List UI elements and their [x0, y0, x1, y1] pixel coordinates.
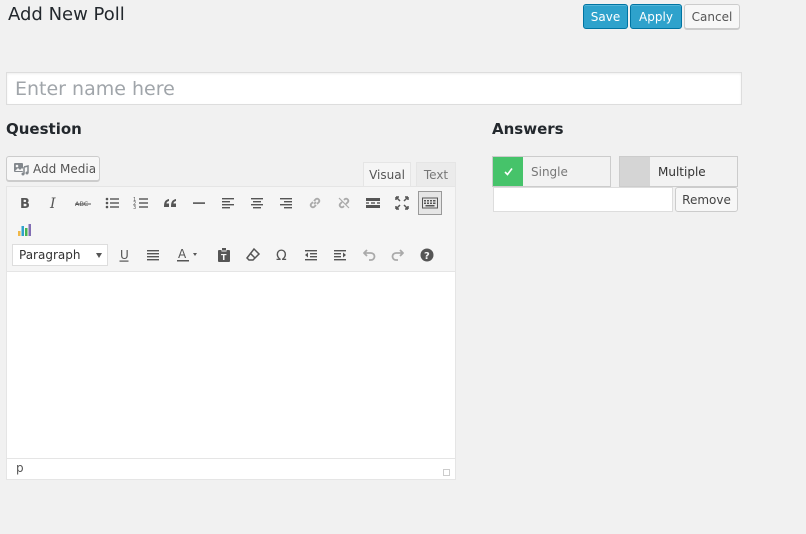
- fullscreen-icon[interactable]: [390, 191, 414, 215]
- format-select-value: Paragraph: [19, 248, 81, 262]
- answers-heading: Answers: [492, 120, 564, 138]
- format-select[interactable]: Paragraph: [12, 244, 108, 266]
- svg-text:?: ?: [424, 251, 430, 262]
- link-icon[interactable]: [303, 191, 327, 215]
- answer-input[interactable]: [493, 187, 673, 212]
- save-button[interactable]: Save: [583, 4, 628, 29]
- svg-text:B: B: [20, 197, 30, 211]
- remove-answer-button[interactable]: Remove: [675, 187, 738, 212]
- svg-text:A: A: [178, 247, 187, 261]
- text-color-icon[interactable]: A: [170, 243, 206, 267]
- resize-handle-icon[interactable]: [443, 469, 450, 476]
- question-heading: Question: [6, 120, 82, 138]
- editor-toolbar: B I ABC 123 Paragraph U A T Ω ?: [7, 187, 455, 272]
- paste-text-icon[interactable]: T: [212, 243, 236, 267]
- media-icon: [13, 161, 29, 177]
- undo-icon[interactable]: [357, 243, 381, 267]
- redo-icon[interactable]: [386, 243, 410, 267]
- indent-icon[interactable]: [328, 243, 352, 267]
- justify-icon[interactable]: [141, 243, 165, 267]
- toggle-off-indicator: [620, 157, 650, 186]
- question-editor: B I ABC 123 Paragraph U A T Ω ? p: [6, 186, 456, 480]
- svg-text:U: U: [120, 248, 129, 262]
- svg-text:Ω: Ω: [276, 248, 287, 263]
- svg-text:T: T: [221, 253, 227, 262]
- apply-button[interactable]: Apply: [630, 4, 682, 29]
- add-media-label: Add Media: [33, 161, 97, 176]
- align-left-icon[interactable]: [216, 191, 240, 215]
- svg-text:3: 3: [133, 205, 136, 211]
- bold-icon[interactable]: B: [13, 191, 37, 215]
- svg-text:I: I: [49, 196, 56, 211]
- special-character-icon[interactable]: Ω: [270, 243, 294, 267]
- tab-text[interactable]: Text: [416, 162, 456, 187]
- add-media-button[interactable]: Add Media: [6, 156, 100, 181]
- underline-icon[interactable]: U: [112, 243, 136, 267]
- editor-statusbar: p: [7, 458, 455, 479]
- chevron-down-icon: [96, 253, 102, 258]
- single-choice-label: Single: [531, 165, 568, 179]
- align-right-icon[interactable]: [274, 191, 298, 215]
- help-icon[interactable]: ?: [415, 243, 439, 267]
- poll-chart-icon[interactable]: [12, 218, 36, 242]
- clear-formatting-icon[interactable]: [241, 243, 265, 267]
- tab-visual[interactable]: Visual: [363, 162, 411, 187]
- strikethrough-icon[interactable]: ABC: [71, 191, 95, 215]
- unlink-icon[interactable]: [332, 191, 356, 215]
- blockquote-icon[interactable]: [158, 191, 182, 215]
- single-choice-toggle[interactable]: Single: [492, 156, 611, 187]
- multiple-choice-label: Multiple: [658, 165, 706, 179]
- checkmark-icon: [493, 157, 523, 186]
- horizontal-line-icon[interactable]: [187, 191, 211, 215]
- bullet-list-icon[interactable]: [100, 191, 124, 215]
- read-more-icon[interactable]: [361, 191, 385, 215]
- numbered-list-icon[interactable]: 123: [129, 191, 153, 215]
- outdent-icon[interactable]: [299, 243, 323, 267]
- multiple-choice-toggle[interactable]: Multiple: [619, 156, 738, 187]
- page-title: Add New Poll: [8, 4, 125, 25]
- cancel-button[interactable]: Cancel: [684, 4, 740, 29]
- element-path[interactable]: p: [16, 461, 24, 475]
- italic-icon[interactable]: I: [42, 191, 66, 215]
- editor-content-area[interactable]: [7, 271, 455, 459]
- poll-name-input[interactable]: [6, 72, 742, 105]
- toolbar-toggle-icon[interactable]: [418, 191, 442, 215]
- align-center-icon[interactable]: [245, 191, 269, 215]
